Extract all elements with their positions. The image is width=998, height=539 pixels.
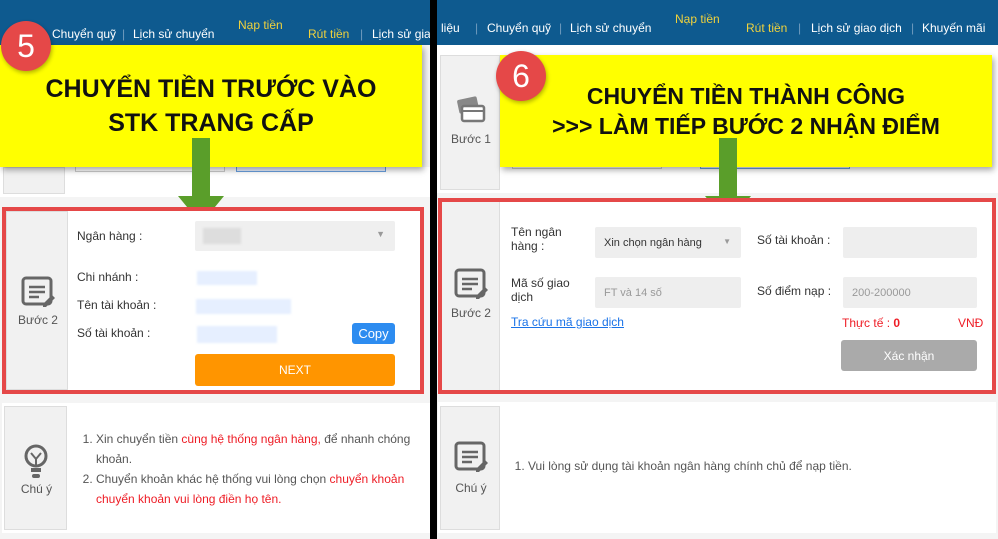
callout-line: STK TRANG CẤP xyxy=(108,109,314,137)
nav-rut-tien[interactable]: Rút tiền xyxy=(746,21,787,35)
nav-lich-su-giao-dich[interactable]: Lịch sử giao dịch xyxy=(811,21,902,35)
note-list: Xin chuyển tiền cùng hệ thống ngân hàng,… xyxy=(78,429,430,509)
confirm-button[interactable]: Xác nhận xyxy=(841,340,977,371)
note-label: Chú ý xyxy=(455,481,487,495)
note-item: Chuyển khoản khác hệ thống vui lòng chọn… xyxy=(96,469,430,509)
branch-label: Chi nhánh : xyxy=(77,270,139,284)
note-text: để nhanh chóng xyxy=(320,432,411,446)
note-text: khoản. xyxy=(96,452,133,466)
lightbulb-icon xyxy=(24,444,48,478)
step-label: Bước 2 xyxy=(451,306,491,320)
note-item: Vui lòng sử dụng tài khoản ngân hàng chí… xyxy=(528,456,990,476)
note-section: Chú ý Xin chuyển tiền cùng hệ thống ngân… xyxy=(2,403,430,533)
step1-partial xyxy=(0,167,430,197)
step-label: Bước 1 xyxy=(451,132,491,146)
step-number-badge: 6 xyxy=(496,51,546,101)
arrow-down-icon xyxy=(705,138,751,224)
nav-lich-su-chuyen[interactable]: Lịch sử chuyển xyxy=(133,27,214,41)
note-section: Chú ý Vui lòng sử dụng tài khoản ngân hà… xyxy=(438,402,996,533)
points-label: Số điểm nạp : xyxy=(757,284,832,298)
nav-tai-lieu[interactable]: liệu xyxy=(441,21,460,35)
note-highlight: chuyển khoản vui lòng điền họ tên. xyxy=(96,492,282,506)
form-edit-icon xyxy=(21,276,55,307)
nav-chuyen-quy[interactable]: Chuyển quỹ xyxy=(487,21,551,35)
nav-khuyen-mai[interactable]: Khuyến mãi xyxy=(922,21,985,35)
actual-value: 0 xyxy=(893,316,901,330)
note-label: Chú ý xyxy=(20,482,53,496)
callout-banner: CHUYỂN TIỀN TRƯỚC VÀO STK TRANG CẤP xyxy=(0,45,422,167)
actual-label: Thực tế : xyxy=(842,316,894,330)
nav-chuyen-quy[interactable]: Chuyển quỹ xyxy=(52,27,116,41)
step-label: Bước 2 xyxy=(18,313,58,327)
note-side: Chú ý xyxy=(4,406,67,530)
form-edit-icon xyxy=(454,268,488,299)
form-edit-icon xyxy=(454,441,488,472)
account-no-input[interactable] xyxy=(843,227,977,258)
chevron-down-icon: ▼ xyxy=(723,237,731,246)
note-item: Xin chuyển tiền cùng hệ thống ngân hàng,… xyxy=(96,429,430,469)
callout-banner: CHUYỂN TIỀN THÀNH CÔNG >>> LÀM TIẾP BƯỚC… xyxy=(500,55,992,167)
step2-side: Bước 2 xyxy=(6,211,68,390)
arrow-down-icon xyxy=(178,138,224,224)
step1-side: Bước 1 xyxy=(440,55,500,190)
nav-separator: | xyxy=(360,27,364,41)
bank-select-value: Xin chọn ngân hàng xyxy=(604,236,702,249)
account-no-label: Số tài khoản : xyxy=(77,326,151,340)
divider xyxy=(430,0,437,539)
callout-line: >>> LÀM TIẾP BƯỚC 2 NHẬN ĐIỂM xyxy=(552,113,940,139)
note-text: Chuyển khoản khác hệ thống vui lòng chọn xyxy=(96,472,330,486)
nav-nap-tien[interactable]: Nạp tiền xyxy=(675,12,720,26)
nav-separator: | xyxy=(798,21,802,35)
points-input[interactable]: 200-200000 xyxy=(843,277,977,308)
nav-separator: | xyxy=(911,21,915,35)
nav-separator: | xyxy=(122,27,126,41)
note-highlight: chuyển khoản xyxy=(329,472,405,486)
nav-separator: | xyxy=(559,21,563,35)
step2-section: Bước 2 Tên ngân hàng : Xin chọn ngân hàn… xyxy=(438,198,996,394)
note-list: Vui lòng sử dụng tài khoản ngân hàng chí… xyxy=(510,456,990,476)
bank-name-label: Tên ngân hàng : xyxy=(511,225,562,253)
callout-line: CHUYỂN TIỀN TRƯỚC VÀO xyxy=(45,75,377,103)
step1-side xyxy=(3,167,65,194)
nav-rut-tien[interactable]: Rút tiền xyxy=(308,27,349,41)
copy-button[interactable]: Copy xyxy=(352,323,395,344)
step-number-badge: 5 xyxy=(1,21,51,71)
txn-code-input[interactable]: FT và 14 số xyxy=(595,277,741,308)
top-nav: liệu | Chuyển quỹ | Lịch sử chuyển Nạp t… xyxy=(437,0,998,45)
account-name-value xyxy=(196,299,291,314)
step2-side: Bước 2 xyxy=(442,202,500,390)
currency-label: VNĐ xyxy=(958,316,984,330)
bank-select[interactable]: ▼ xyxy=(195,221,395,251)
blurred-value xyxy=(203,228,241,244)
step1-input[interactable] xyxy=(236,167,386,172)
top-nav: Chuyển quỹ | Lịch sử chuyển Nạp tiền Rút… xyxy=(0,0,430,45)
note-highlight: cùng hệ thống ngân hàng, xyxy=(181,432,321,446)
branch-value xyxy=(197,271,257,285)
actual-amount: Thực tế : 0 xyxy=(842,316,900,330)
credit-card-icon xyxy=(457,96,486,123)
note-side: Chú ý xyxy=(440,406,500,530)
bank-select[interactable]: Xin chọn ngân hàng ▼ xyxy=(595,227,741,258)
note-text: Xin chuyển tiền xyxy=(96,432,182,446)
step2-section: Bước 2 Ngân hàng : ▼ Chi nhánh : Tên tài… xyxy=(2,207,424,394)
account-no-value xyxy=(197,326,277,343)
account-name-label: Tên tài khoản : xyxy=(77,298,157,312)
nav-separator: | xyxy=(475,21,479,35)
bank-label: Ngân hàng : xyxy=(77,229,143,243)
left-panel: Chuyển quỹ | Lịch sử chuyển Nạp tiền Rút… xyxy=(0,0,430,539)
nav-lich-su-chuyen[interactable]: Lịch sử chuyển xyxy=(570,21,651,35)
callout-line: CHUYỂN TIỀN THÀNH CÔNG xyxy=(586,83,906,109)
account-no-label: Số tài khoản : xyxy=(757,233,831,247)
chevron-down-icon: ▼ xyxy=(376,229,385,239)
lookup-txn-link[interactable]: Tra cứu mã giao dịch xyxy=(511,315,624,329)
right-panel: liệu | Chuyển quỹ | Lịch sử chuyển Nạp t… xyxy=(437,0,998,539)
nav-lich-su-giao-dich[interactable]: Lịch sử giao xyxy=(372,27,430,41)
next-button[interactable]: NEXT xyxy=(195,354,395,386)
txn-code-label: Mã số giao dịch xyxy=(511,276,570,304)
nav-nap-tien[interactable]: Nạp tiền xyxy=(238,18,283,32)
